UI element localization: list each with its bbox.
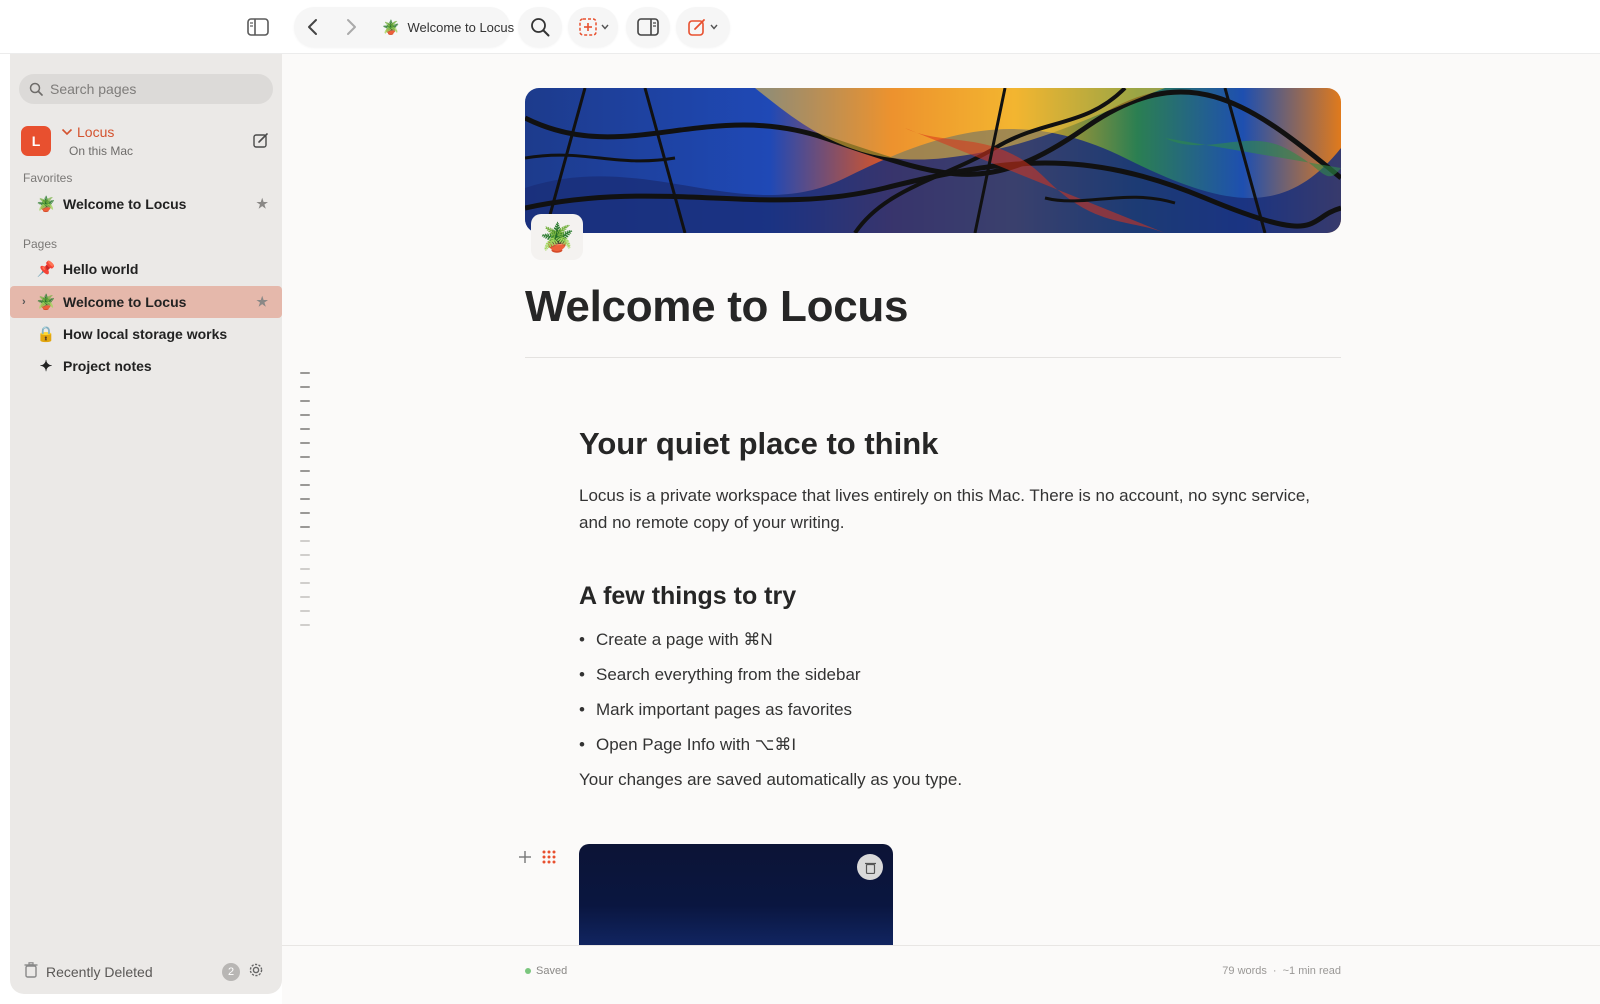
page-icon[interactable]: 🪴 bbox=[531, 214, 583, 260]
page-item-welcome-to-locus[interactable]: › 🪴 Welcome to Locus ★ bbox=[10, 286, 282, 318]
toolbar-page-title: Welcome to Locus bbox=[407, 19, 515, 35]
outline-minimap[interactable] bbox=[300, 372, 310, 638]
sparkle-icon: ✦ bbox=[39, 358, 53, 375]
workspace-name-label: Locus bbox=[77, 124, 115, 140]
compose-icon bbox=[688, 19, 705, 36]
intro-paragraph[interactable]: Locus is a private workspace that lives … bbox=[579, 482, 1339, 536]
workspace-avatar: L bbox=[21, 126, 51, 156]
new-page-button[interactable] bbox=[682, 8, 724, 46]
inspector-panel-icon bbox=[637, 18, 659, 36]
list-item[interactable]: Mark important pages as favorites bbox=[579, 692, 861, 727]
stats-separator: · bbox=[1272, 965, 1277, 977]
plant-icon: 🪴 bbox=[36, 294, 56, 311]
add-block-icon[interactable] bbox=[518, 850, 532, 869]
back-button[interactable] bbox=[298, 8, 328, 46]
editor: 🪴 Welcome to Locus Your quiet place to t… bbox=[282, 54, 1600, 1004]
chevron-down-icon bbox=[61, 128, 73, 136]
search-input[interactable] bbox=[50, 81, 250, 97]
save-status-label: Saved bbox=[536, 965, 568, 977]
deleted-count-badge: 2 bbox=[222, 963, 240, 981]
title-divider bbox=[525, 357, 1341, 358]
chevron-down-icon bbox=[710, 24, 718, 30]
plant-icon: 🪴 bbox=[382, 18, 400, 35]
search-icon bbox=[29, 82, 43, 96]
page-item-label: Project notes bbox=[63, 358, 152, 374]
delete-block-button[interactable] bbox=[857, 854, 883, 880]
pushpin-icon: 📌 bbox=[36, 261, 56, 278]
toolbar: 🪴 Welcome to Locus bbox=[0, 0, 1600, 54]
list-item[interactable]: Search everything from the sidebar bbox=[579, 657, 861, 692]
sidebar: L Locus On this Mac Favorites 🪴 Welcome … bbox=[10, 54, 282, 994]
toggle-sidebar-button[interactable] bbox=[244, 8, 272, 46]
plant-icon: 🪴 bbox=[36, 196, 56, 213]
workspace-header[interactable]: L Locus On this Mac bbox=[21, 124, 273, 162]
workspace-name[interactable]: Locus bbox=[61, 124, 114, 140]
chevron-right-icon[interactable]: › bbox=[22, 296, 26, 308]
heading-1[interactable]: Your quiet place to think bbox=[579, 426, 938, 462]
search-icon bbox=[531, 18, 550, 37]
status-bar: Saved 79 words · ~1 min read bbox=[282, 945, 1600, 1004]
list-item[interactable]: Create a page with ⌘N bbox=[579, 622, 861, 657]
compose-icon bbox=[253, 133, 268, 148]
chevron-down-icon bbox=[601, 24, 609, 30]
heading-2[interactable]: A few things to try bbox=[579, 582, 796, 611]
bullet-list: Create a page with ⌘N Search everything … bbox=[579, 622, 861, 762]
add-block-icon bbox=[579, 18, 597, 36]
recently-deleted-link[interactable]: Recently Deleted bbox=[46, 964, 153, 980]
sidebar-footer: Recently Deleted 2 bbox=[10, 950, 282, 994]
insert-block-button[interactable] bbox=[574, 8, 614, 46]
sidebar-icon bbox=[247, 18, 269, 36]
page-title-chip[interactable]: 🪴 Welcome to Locus bbox=[372, 8, 524, 46]
workspace-location: On this Mac bbox=[69, 144, 134, 158]
forward-button[interactable] bbox=[336, 8, 366, 46]
search-button[interactable] bbox=[524, 8, 556, 46]
trash-icon[interactable] bbox=[24, 961, 38, 983]
chevron-left-icon bbox=[308, 19, 317, 35]
star-icon[interactable]: ★ bbox=[256, 196, 268, 212]
search-field[interactable] bbox=[19, 74, 273, 104]
new-page-sidebar-button[interactable] bbox=[253, 132, 269, 153]
page-item-label: How local storage works bbox=[63, 326, 228, 342]
page-title[interactable]: Welcome to Locus bbox=[525, 282, 908, 332]
favorite-item-label: Welcome to Locus bbox=[63, 196, 187, 212]
page-item-local-storage[interactable]: 🔒 How local storage works bbox=[10, 318, 282, 350]
read-time: ~1 min read bbox=[1282, 965, 1341, 977]
saved-indicator-icon bbox=[525, 968, 531, 974]
word-count: 79 words bbox=[1222, 965, 1267, 977]
lock-icon: 🔒 bbox=[36, 326, 56, 343]
chevron-right-icon bbox=[347, 19, 356, 35]
favorites-section-label: Favorites bbox=[23, 171, 73, 185]
gear-icon[interactable] bbox=[248, 962, 264, 983]
block-tools bbox=[518, 850, 556, 869]
image-block[interactable] bbox=[579, 844, 893, 946]
cover-image[interactable] bbox=[525, 88, 1341, 233]
page-item-label: Welcome to Locus bbox=[63, 294, 187, 310]
outro-paragraph[interactable]: Your changes are saved automatically as … bbox=[579, 770, 962, 790]
stained-glass-cover bbox=[525, 88, 1341, 233]
toggle-inspector-button[interactable] bbox=[632, 8, 664, 46]
save-status: Saved bbox=[525, 965, 567, 977]
drag-handle-icon[interactable] bbox=[542, 850, 556, 869]
document-stats: 79 words · ~1 min read bbox=[1222, 965, 1341, 977]
favorite-item-welcome[interactable]: 🪴 Welcome to Locus ★ bbox=[10, 188, 282, 220]
list-item[interactable]: Open Page Info with ⌥⌘I bbox=[579, 727, 861, 762]
page-item-project-notes[interactable]: ✦ Project notes bbox=[10, 350, 282, 382]
page-item-label: Hello world bbox=[63, 261, 139, 277]
pages-section-label: Pages bbox=[23, 237, 58, 251]
trash-icon bbox=[864, 862, 876, 874]
page-item-hello-world[interactable]: 📌 Hello world bbox=[10, 253, 282, 285]
star-icon[interactable]: ★ bbox=[256, 294, 268, 310]
